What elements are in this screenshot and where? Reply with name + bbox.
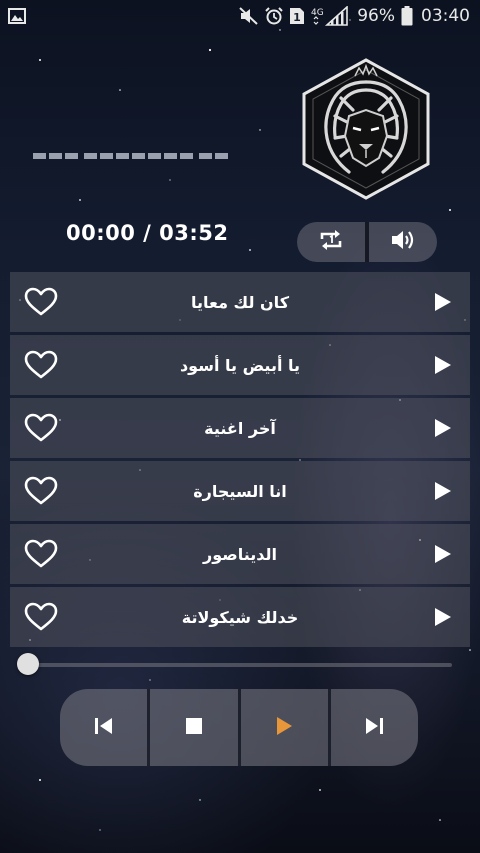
play-icon[interactable]: [432, 607, 452, 627]
visualizer-bars: [33, 153, 228, 159]
play-accent-icon: [275, 716, 293, 740]
skip-next-icon: [364, 717, 384, 739]
visualizer-bar: [132, 153, 145, 159]
time-display: 00:00 / 03:52: [66, 221, 229, 245]
play-icon[interactable]: [432, 544, 452, 564]
song-title: خدلك شيكولاتة: [181, 607, 299, 627]
song-row[interactable]: كان لك معايا: [10, 272, 470, 332]
status-bar: 1 4G 96% 03:40: [0, 0, 480, 32]
next-button[interactable]: [327, 689, 418, 766]
visualizer-bar: [164, 153, 177, 159]
lion-logo: [295, 58, 437, 200]
song-row[interactable]: آخر اغنية: [10, 398, 470, 458]
seek-thumb[interactable]: [17, 653, 39, 675]
status-right: 1 4G 96% 03:40: [239, 6, 470, 26]
repeat-one-icon: [318, 228, 344, 256]
visualizer-bar: [49, 153, 62, 159]
status-left: [8, 8, 26, 24]
battery-icon: [401, 6, 413, 26]
image-icon: [8, 8, 26, 24]
song-title: كان لك معايا: [191, 292, 289, 312]
repeat-button[interactable]: [297, 222, 365, 262]
svg-text:4G: 4G: [311, 8, 324, 18]
alarm-icon: [265, 7, 283, 25]
song-row[interactable]: خدلك شيكولاتة: [10, 587, 470, 647]
visualizer-bar: [180, 153, 193, 159]
song-row[interactable]: الديناصور: [10, 524, 470, 584]
visualizer-bar: [199, 153, 212, 159]
volume-button[interactable]: [365, 222, 437, 262]
play-icon[interactable]: [432, 355, 452, 375]
transport-controls: [60, 689, 418, 766]
play-icon[interactable]: [432, 418, 452, 438]
heart-icon[interactable]: [24, 350, 58, 380]
svg-text:1: 1: [293, 11, 301, 24]
stop-icon: [185, 717, 203, 739]
play-button[interactable]: [237, 689, 328, 766]
visualizer-bar: [65, 153, 78, 159]
song-title: يا أبيض يا أسود: [179, 355, 301, 375]
skip-previous-icon: [94, 717, 114, 739]
heart-icon[interactable]: [24, 602, 58, 632]
heart-icon[interactable]: [24, 539, 58, 569]
heart-icon[interactable]: [24, 287, 58, 317]
play-icon[interactable]: [432, 481, 452, 501]
song-title: انا السيجارة: [193, 481, 287, 501]
song-title: آخر اغنية: [204, 418, 276, 438]
signal-icon: 4G: [311, 6, 351, 26]
song-row[interactable]: انا السيجارة: [10, 461, 470, 521]
visualizer-bar: [84, 153, 97, 159]
stop-button[interactable]: [147, 689, 237, 766]
heart-icon[interactable]: [24, 476, 58, 506]
previous-button[interactable]: [60, 689, 147, 766]
song-row[interactable]: يا أبيض يا أسود: [10, 335, 470, 395]
clock: 03:40: [421, 6, 470, 26]
visualizer-bar: [215, 153, 228, 159]
song-list: كان لك معايا يا أبيض يا أسود آخر اغنية ا…: [10, 272, 470, 650]
visualizer-bar: [100, 153, 113, 159]
player-options: [297, 222, 437, 262]
seek-bar[interactable]: [28, 663, 452, 667]
heart-icon[interactable]: [24, 413, 58, 443]
song-title: الديناصور: [203, 544, 277, 564]
volume-icon: [390, 228, 416, 256]
visualizer-bar: [116, 153, 129, 159]
sim-icon: 1: [289, 7, 305, 25]
visualizer-bar: [148, 153, 161, 159]
play-icon[interactable]: [432, 292, 452, 312]
visualizer-bar: [33, 153, 46, 159]
mute-icon: [239, 7, 259, 25]
battery-percent: 96%: [357, 6, 395, 26]
